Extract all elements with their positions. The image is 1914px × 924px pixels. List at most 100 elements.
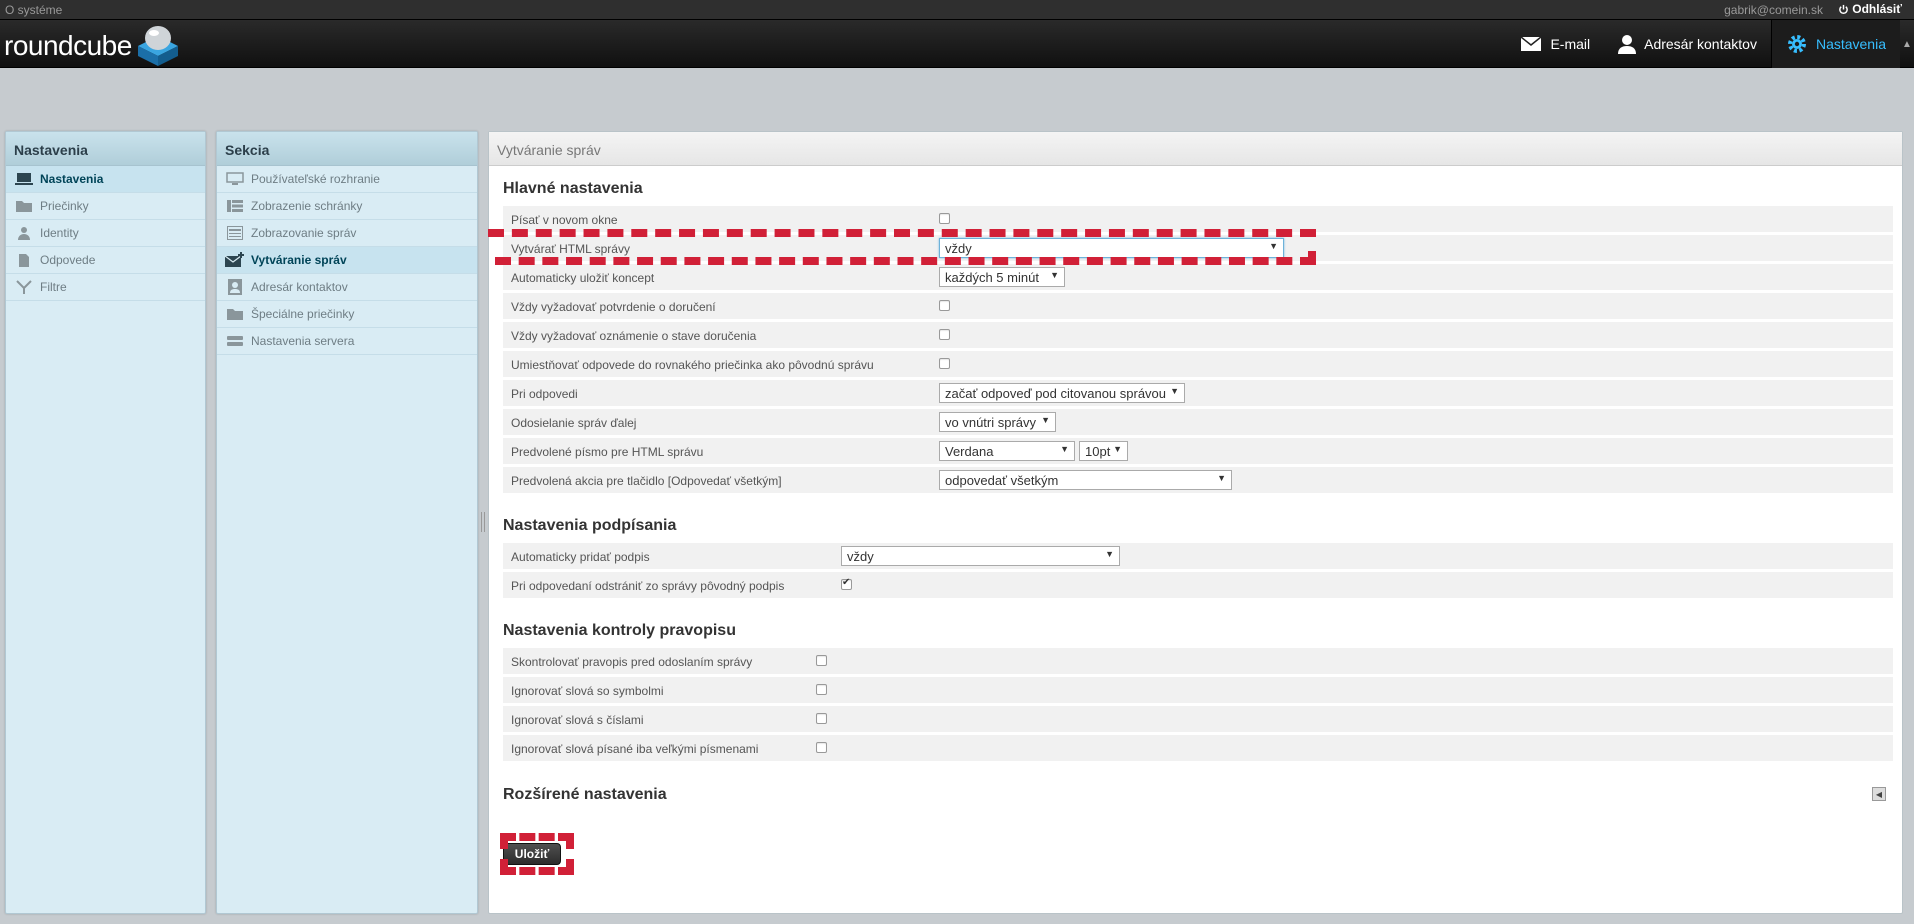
section-item-server[interactable]: Nastavenia servera (217, 328, 477, 355)
panel-splitter[interactable] (481, 512, 485, 532)
settings-item-label: Priečinky (40, 199, 89, 213)
section-item-addressbook[interactable]: Adresár kontaktov (217, 274, 477, 301)
setting-row: Automaticky pridať podpis vždy ▼ (503, 543, 1893, 570)
section-item-mailbox[interactable]: Zobrazenie schránky (217, 193, 477, 220)
collapse-header-button[interactable]: ▲ (1900, 20, 1914, 68)
highlight-annotation (495, 251, 1316, 265)
section-item-label: Nastavenia servera (251, 334, 355, 348)
power-icon (1839, 4, 1849, 14)
logo-text: roundcube (4, 30, 132, 61)
select-value: začať odpoveď pod citovanou správou (945, 386, 1167, 401)
setting-row: Pri odpovedi začať odpoveď pod citovanou … (503, 380, 1893, 407)
settings-item-settings[interactable]: Nastavenia (6, 166, 205, 193)
setting-row: Ignorovať slová písané iba veľkými písme… (503, 735, 1893, 762)
setting-label: Skontrolovať pravopis pred odoslaním spr… (511, 655, 753, 669)
setting-row: Ignorovať slová s číslami (503, 706, 1893, 733)
forward-mode-select[interactable]: vo vnútri správy ▼ (939, 412, 1056, 432)
settings-item-filters[interactable]: Filtre (6, 274, 205, 301)
document-icon (14, 252, 34, 268)
select-value: 10pt (1085, 444, 1111, 459)
dropdown-arrow-icon: ▼ (1060, 444, 1069, 454)
setting-label: Automaticky pridať podpis (511, 550, 650, 564)
nav-email[interactable]: E-mail (1506, 20, 1604, 68)
default-font-size-select[interactable]: 10pt ▼ (1079, 441, 1128, 461)
advanced-toggle-icon[interactable]: ◀ (1872, 787, 1886, 801)
save-highlight-annotation (500, 833, 574, 875)
section-item-label: Vytváranie správ (251, 253, 347, 267)
settings-item-label: Filtre (40, 280, 67, 294)
monitor-icon (225, 171, 245, 187)
setting-label: Pri odpovedi (511, 387, 578, 401)
folder-icon (225, 306, 245, 322)
spellcheck-before-send-checkbox[interactable] (816, 655, 827, 666)
person-icon (1618, 35, 1637, 54)
section-item-compose[interactable]: Vytváranie správ (217, 247, 477, 274)
list-icon (225, 198, 245, 214)
settings-panel-title: Nastavenia (6, 132, 205, 166)
setting-label: Umiestňovať odpovede do rovnakého prieči… (511, 358, 874, 372)
settings-item-folders[interactable]: Priečinky (6, 193, 205, 220)
settings-panel: Nastavenia Nastavenia Priečinky Identity… (5, 131, 206, 914)
dropdown-arrow-icon: ▼ (1105, 549, 1114, 559)
nav-email-label: E-mail (1550, 36, 1591, 52)
about-link[interactable]: O systéme (5, 3, 62, 17)
logout-label: Odhlásiť (1852, 2, 1902, 16)
reply-mode-select[interactable]: začať odpoveď pod citovanou správou ▼ (939, 383, 1185, 403)
select-value: vždy (847, 549, 874, 564)
settings-item-responses[interactable]: Odpovede (6, 247, 205, 274)
server-icon (225, 333, 245, 349)
settings-item-label: Odpovede (40, 253, 96, 267)
signature-settings-title: Nastavenia podpísania (503, 517, 677, 534)
setting-row: Ignorovať slová so symbolmi (503, 677, 1893, 704)
main-settings-title: Hlavné nastavenia (503, 180, 643, 197)
setting-row: Vždy vyžadovať oznámenie o stave doručen… (503, 322, 1893, 349)
settings-item-label: Identity (40, 226, 79, 240)
select-value: každých 5 minút (945, 270, 1039, 285)
dsn-checkbox[interactable] (939, 329, 950, 340)
section-item-label: Používateľské rozhranie (251, 172, 380, 186)
section-item-messages[interactable]: Zobrazovanie správ (217, 220, 477, 247)
main-nav: E-mail Adresár kontaktov Nastavenia ▲ (1506, 20, 1914, 68)
ignore-symbols-checkbox[interactable] (816, 684, 827, 695)
setting-row: Predvolené písmo pre HTML správu Verdana ▼… (503, 438, 1893, 465)
logout-button[interactable]: Odhlásiť (1838, 2, 1902, 16)
section-item-ui[interactable]: Používateľské rozhranie (217, 166, 477, 193)
setting-row: Automaticky uložiť koncept každých 5 minú… (503, 264, 1893, 291)
message-view-icon (225, 225, 245, 241)
mdn-checkbox[interactable] (939, 300, 950, 311)
setting-row: Odosielanie správ ďalej vo vnútri správy ▼ (503, 409, 1893, 436)
nav-addressbook[interactable]: Adresár kontaktov (1604, 20, 1771, 68)
settings-item-identities[interactable]: Identity (6, 220, 205, 247)
ignore-caps-checkbox[interactable] (816, 742, 827, 753)
gear-icon (1787, 35, 1806, 53)
logo[interactable]: roundcube (4, 26, 180, 66)
nav-settings[interactable]: Nastavenia (1770, 20, 1900, 68)
draft-autosave-select[interactable]: každých 5 minút ▼ (939, 267, 1065, 287)
contact-icon (225, 279, 245, 295)
default-font-select[interactable]: Verdana ▼ (939, 441, 1075, 461)
setting-label: Vždy vyžadovať potvrdenie o doručení (511, 300, 716, 314)
reply-same-folder-checkbox[interactable] (939, 358, 950, 369)
ignore-numbers-checkbox[interactable] (816, 713, 827, 724)
content-header: Vytváranie správ (489, 132, 1902, 166)
setting-row: Skontrolovať pravopis pred odoslaním spr… (503, 648, 1893, 675)
setting-label: Predvolené písmo pre HTML správu (511, 445, 704, 459)
section-item-label: Adresár kontaktov (251, 280, 348, 294)
select-value: Verdana (945, 444, 994, 459)
reply-all-mode-select[interactable]: odpovedať všetkým ▼ (939, 470, 1232, 490)
setting-row: Vždy vyžadovať potvrdenie o doručení (503, 293, 1893, 320)
section-item-label: Zobrazovanie správ (251, 226, 357, 240)
spellcheck-settings-title: Nastavenia kontroly pravopisu (503, 622, 736, 639)
advanced-settings-title: Rozšírené nastavenia (503, 786, 667, 803)
setting-label: Pri odpovedaní odstrániť zo správy pôvod… (511, 579, 785, 593)
setting-label: Odosielanie správ ďalej (511, 416, 637, 430)
strip-signature-checkbox[interactable] (841, 577, 852, 590)
setting-label: Ignorovať slová so symbolmi (511, 684, 664, 698)
section-item-special-folders[interactable]: Špeciálne priečinky (217, 301, 477, 328)
setting-label: Ignorovať slová písané iba veľkými písme… (511, 742, 759, 756)
person-icon (14, 225, 34, 241)
monitor-icon (14, 171, 34, 187)
new-window-checkbox[interactable] (939, 213, 950, 224)
header: roundcube E-mail Adresár kontaktov Nasta… (0, 20, 1914, 68)
add-signature-select[interactable]: vždy ▼ (841, 546, 1120, 566)
